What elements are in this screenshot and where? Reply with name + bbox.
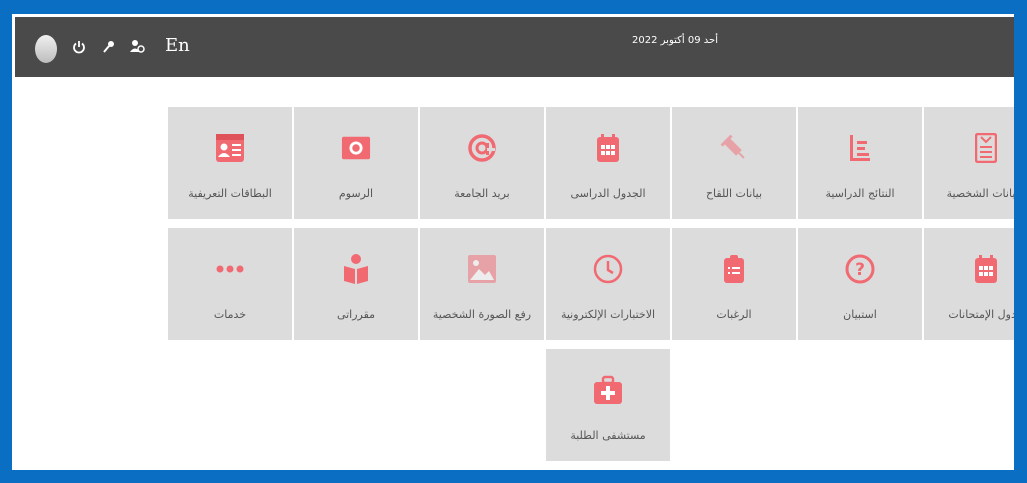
at-sign-icon bbox=[467, 131, 497, 165]
first-aid-kit-icon bbox=[593, 373, 623, 407]
clipboard-icon bbox=[719, 252, 749, 286]
tile-preferences[interactable]: الرغبات bbox=[672, 228, 796, 340]
key-icon[interactable] bbox=[99, 37, 119, 57]
tile-label: جدول الإمتحانات bbox=[948, 308, 1014, 321]
top-bar: En أحد 09 أكتوبر 2022 bbox=[15, 17, 1014, 77]
tile-label: الاختبارات الإلكترونية bbox=[560, 308, 656, 321]
tile-fees[interactable]: الرسوم bbox=[294, 107, 418, 219]
tile-label: رفع الصورة الشخصية bbox=[432, 308, 532, 321]
tile-label: مستشفى الطلبة bbox=[570, 429, 646, 442]
tile-label: الرسوم bbox=[338, 187, 374, 200]
tile-personal-data[interactable]: البيانات الشخصية bbox=[924, 107, 1014, 219]
results-chart-icon bbox=[845, 131, 875, 165]
image-icon bbox=[467, 252, 497, 286]
tile-upload-photo[interactable]: رفع الصورة الشخصية bbox=[420, 228, 544, 340]
power-icon[interactable] bbox=[69, 37, 89, 57]
tile-services[interactable]: خدمات bbox=[168, 228, 292, 340]
syringe-icon bbox=[719, 131, 749, 165]
question-icon: ? bbox=[845, 252, 875, 286]
tile-electronic-tests[interactable]: الاختبارات الإلكترونية bbox=[546, 228, 670, 340]
tile-courses[interactable]: مقرراتى bbox=[294, 228, 418, 340]
tile-study-results[interactable]: النتائج الدراسية bbox=[798, 107, 922, 219]
money-icon bbox=[341, 131, 371, 165]
more-dots-icon bbox=[215, 252, 245, 286]
current-date: أحد 09 أكتوبر 2022 bbox=[632, 35, 718, 46]
tile-label: خدمات bbox=[213, 308, 247, 321]
tile-label: البطاقات التعريفية bbox=[188, 187, 272, 200]
tile-label: الرغبات bbox=[716, 308, 752, 321]
reader-icon bbox=[341, 252, 371, 286]
tile-label: مقرراتى bbox=[336, 308, 376, 321]
user-settings-icon[interactable] bbox=[127, 37, 147, 57]
avatar[interactable] bbox=[35, 35, 57, 63]
tile-label: النتائج الدراسية bbox=[825, 187, 895, 200]
tile-exam-schedule[interactable]: جدول الإمتحانات bbox=[924, 228, 1014, 340]
tile-label: الجدول الدراسى bbox=[570, 187, 646, 200]
tile-vaccine-data[interactable]: بيانات اللقاح bbox=[672, 107, 796, 219]
tile-university-mail[interactable]: بريد الجامعة bbox=[420, 107, 544, 219]
tile-label: بيانات اللقاح bbox=[705, 187, 763, 200]
id-form-icon bbox=[971, 131, 1001, 165]
app-frame: En أحد 09 أكتوبر 2022 البيانات الشخصية ا… bbox=[12, 14, 1014, 470]
tile-survey[interactable]: ? استبيان bbox=[798, 228, 922, 340]
calendar-icon bbox=[593, 131, 623, 165]
tile-id-cards[interactable]: البطاقات التعريفية bbox=[168, 107, 292, 219]
language-toggle[interactable]: En bbox=[165, 35, 190, 56]
tile-label: استبيان bbox=[843, 308, 877, 321]
tile-student-hospital[interactable]: مستشفى الطلبة bbox=[546, 349, 670, 461]
tile-label: بريد الجامعة bbox=[454, 187, 510, 200]
clock-icon bbox=[593, 252, 623, 286]
id-card-icon bbox=[215, 131, 245, 165]
tile-label: البيانات الشخصية bbox=[946, 187, 1014, 200]
calendar-icon bbox=[971, 252, 1001, 286]
svg-text:?: ? bbox=[855, 260, 865, 280]
tile-study-schedule[interactable]: الجدول الدراسى bbox=[546, 107, 670, 219]
